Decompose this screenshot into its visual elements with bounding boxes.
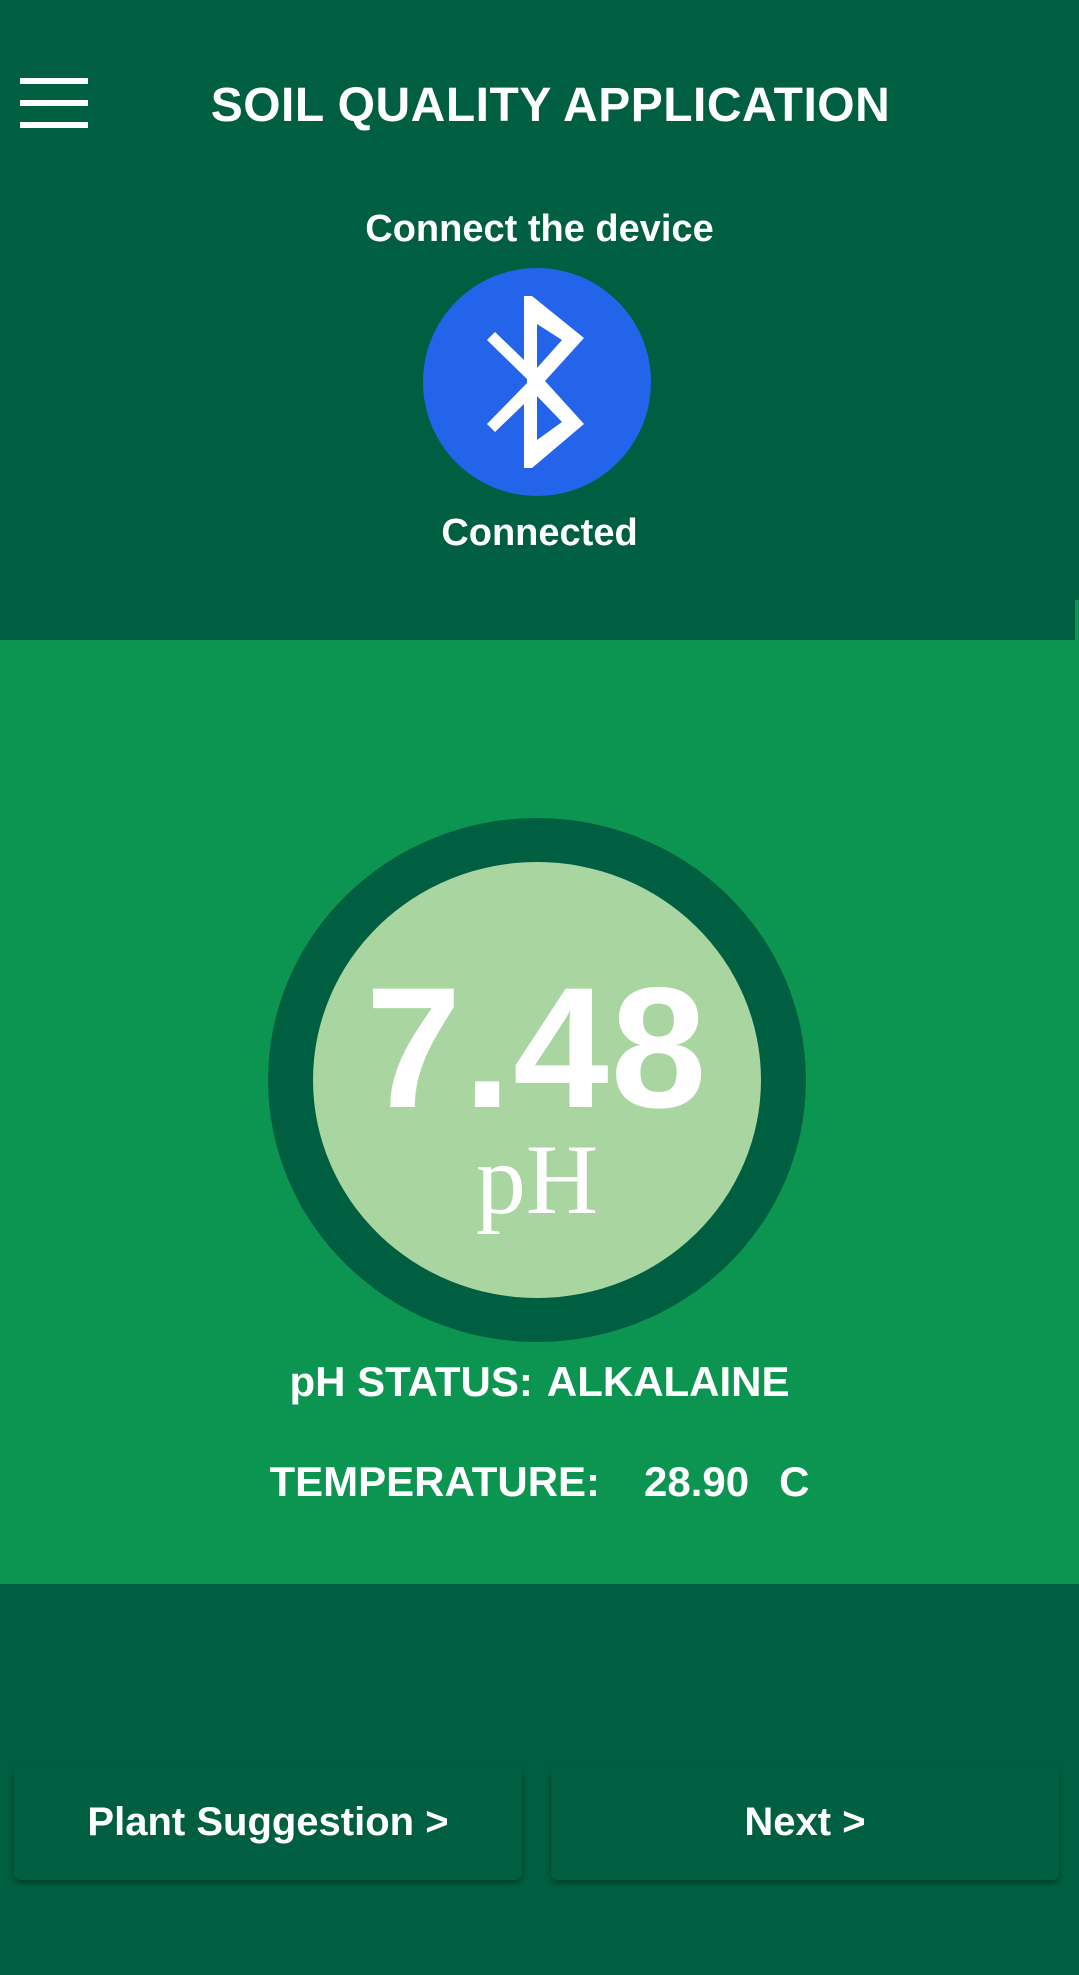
- bluetooth-icon: [487, 296, 584, 468]
- ph-status-label: pH STATUS:: [289, 1358, 533, 1405]
- ph-value: 7.48: [365, 952, 709, 1144]
- ph-status-value: ALKALAINE: [546, 1358, 790, 1405]
- temperature-value: 28.90: [644, 1458, 750, 1505]
- ph-status-row: pH STATUS: ALKALAINE: [0, 1358, 1079, 1406]
- connect-device-label: Connect the device: [365, 208, 714, 250]
- next-button[interactable]: Next >: [551, 1764, 1059, 1880]
- temperature-row: TEMPERATURE: 28.90 C: [0, 1458, 1079, 1506]
- plant-suggestion-button[interactable]: Plant Suggestion >: [14, 1764, 522, 1880]
- ph-unit: pH: [475, 1124, 599, 1235]
- panel-edge-divider: [1075, 600, 1079, 642]
- temperature-unit: C: [779, 1458, 810, 1505]
- app-screen: SOIL QUALITY APPLICATION Connect the dev…: [0, 0, 1079, 1975]
- connection-status: Connected: [441, 512, 638, 554]
- bluetooth-connect-button[interactable]: [423, 268, 651, 496]
- temperature-label: TEMPERATURE:: [269, 1458, 601, 1505]
- app-title: SOIL QUALITY APPLICATION: [210, 79, 891, 132]
